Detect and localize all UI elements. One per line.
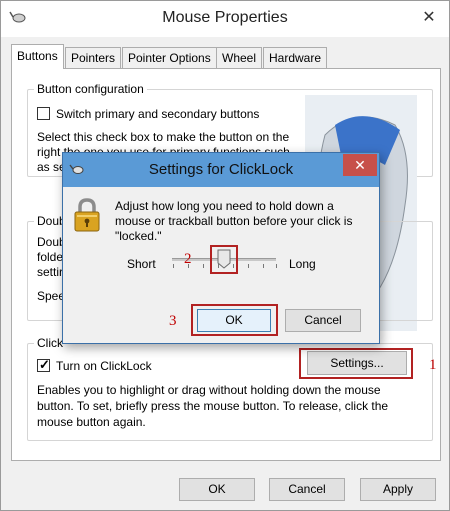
clicklock-checkbox[interactable]: ✓ [37,357,50,372]
tab-hardware[interactable]: Hardware [263,47,328,68]
dialog-cancel-button[interactable]: Cancel [285,309,361,332]
window-close-button[interactable]: ✕ [417,7,441,29]
dialog-titlebar[interactable]: Settings for ClickLock ✕ [63,153,379,187]
dialog-title: Settings for ClickLock [148,161,294,178]
dialog-message-line: "locked." [115,229,162,243]
switch-buttons-label: Switch primary and secondary buttons [56,107,260,121]
checkmark-icon: ✓ [39,357,50,372]
double-click-text-line: folde [37,250,64,264]
slider-min-label: Short [127,257,156,271]
clicklock-checkbox-label: Turn on ClickLock [56,359,152,373]
annotation-number-1: 1 [429,357,437,373]
slider-max-label: Long [289,257,316,271]
switch-buttons-checkbox[interactable] [37,107,50,120]
clicklock-description-line: mouse button again. [37,415,146,429]
dialog-message-line: mouse or trackball button before your cl… [115,214,353,228]
dialog-message-line: Adjust how long you need to hold down a [115,199,334,213]
clicklock-description-line: button. To set, briefly press the mouse … [37,399,389,413]
annotation-box-3 [191,304,278,336]
tab-pointer-options[interactable]: Pointer Options [122,47,217,68]
tab-wheel[interactable]: Wheel [216,47,263,68]
dialog-close-button[interactable]: ✕ [343,154,377,176]
window-title: Mouse Properties [162,9,288,26]
lock-icon [74,198,100,232]
annotation-box-1 [299,348,413,379]
button-configuration-label: Button configuration [34,82,147,96]
ok-button[interactable]: OK [179,478,255,501]
double-click-text-line: settir [37,265,64,279]
clicklock-description-line: Enables you to highlight or drag without… [37,383,381,397]
tab-buttons[interactable]: Buttons [11,44,64,69]
apply-button[interactable]: Apply [360,478,436,501]
button-config-description-line: Select this check box to make the button… [37,130,290,144]
clicklock-settings-dialog: Settings for ClickLock ✕ Adjust how long… [62,152,380,344]
double-click-speed-label: Spee [37,289,66,303]
cancel-button[interactable]: Cancel [269,478,345,501]
window-titlebar[interactable]: Mouse Properties ✕ [1,1,449,37]
tab-pointers[interactable]: Pointers [65,47,122,68]
annotation-number-3: 3 [169,313,177,329]
